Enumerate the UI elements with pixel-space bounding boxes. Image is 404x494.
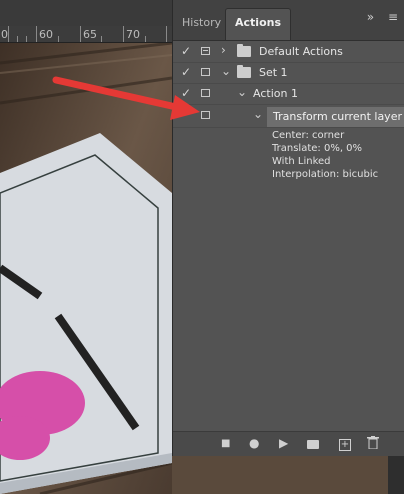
detail-line: With Linked (272, 156, 331, 167)
canvas-photo (0, 43, 172, 494)
action-set-label: Default Actions (259, 45, 343, 58)
actions-panel: History Actions » ≡ ✓ › Default Actions … (172, 0, 404, 456)
ruler-tick (26, 36, 27, 42)
ruler-tick (8, 26, 9, 42)
ruler-tick (80, 26, 81, 42)
detail-line: Center: corner (272, 130, 345, 141)
ruler-tick (58, 36, 59, 42)
action-set-default[interactable]: ✓ › Default Actions (173, 42, 404, 63)
action-step-details: Center: corner Translate: 0%, 0% With Li… (173, 128, 404, 184)
action-step-transform[interactable]: ⌄ Transform current layer (173, 105, 404, 128)
actions-toolbar: ■ ● ▶ + (173, 431, 404, 456)
ruler-tick (145, 36, 146, 42)
actions-list: ✓ › Default Actions ✓ ⌄ Set 1 ✓ ⌄ Action… (173, 42, 404, 184)
new-set-folder-icon[interactable] (307, 438, 319, 452)
toggle-item-checkmark[interactable]: ✓ (179, 86, 193, 100)
document-tab-bar (0, 0, 172, 27)
tab-history[interactable]: History (173, 9, 230, 37)
action-action1[interactable]: ✓ ⌄ Action 1 (173, 84, 404, 105)
chevron-down-icon[interactable]: ⌄ (221, 64, 231, 78)
ruler-tick (17, 36, 18, 42)
stop-icon[interactable]: ■ (221, 438, 230, 449)
toggle-dialog-box[interactable] (201, 47, 210, 55)
horizontal-ruler: 0 60 65 70 (0, 26, 172, 43)
action-step-label: Transform current layer (267, 107, 404, 127)
play-icon[interactable]: ▶ (279, 436, 288, 450)
panel-menu-icon[interactable]: ≡ (388, 10, 398, 24)
toggle-dialog-box[interactable] (201, 89, 210, 97)
ruler-label: 65 (83, 28, 97, 41)
record-icon[interactable]: ● (249, 436, 259, 450)
chevron-down-icon[interactable]: ⌄ (237, 85, 247, 99)
document-canvas[interactable] (0, 43, 172, 494)
ruler-label: 60 (39, 28, 53, 41)
expand-icon[interactable]: » (367, 10, 374, 24)
toggle-item-checkmark[interactable]: ✓ (179, 44, 193, 58)
panel-tools: » ≡ (357, 10, 398, 24)
ruler-label: 70 (126, 28, 140, 41)
folder-icon (237, 65, 251, 78)
action-label: Action 1 (253, 87, 298, 100)
chevron-right-icon[interactable]: › (221, 43, 226, 57)
ruler-tick (123, 26, 124, 42)
panel-tab-bar: History Actions » ≡ (173, 0, 404, 41)
folder-icon (237, 44, 251, 57)
action-set-set1[interactable]: ✓ ⌄ Set 1 (173, 63, 404, 84)
trash-icon[interactable] (367, 436, 379, 452)
action-set-label: Set 1 (259, 66, 288, 79)
detail-line: Interpolation: bicubic (272, 169, 379, 180)
toggle-item-checkmark[interactable]: ✓ (179, 65, 193, 79)
chevron-down-icon[interactable]: ⌄ (253, 107, 263, 121)
canvas-photo-strip (172, 456, 404, 494)
scrollbar-strip (388, 456, 404, 494)
toggle-dialog-box[interactable] (201, 68, 210, 76)
new-action-icon[interactable]: + (339, 436, 351, 451)
ruler-tick (166, 26, 167, 42)
ruler-tick (36, 26, 37, 42)
toggle-dialog-box[interactable] (201, 111, 210, 119)
ruler-label: 0 (1, 28, 8, 41)
ruler-tick (101, 36, 102, 42)
detail-line: Translate: 0%, 0% (272, 143, 363, 154)
tab-actions[interactable]: Actions (225, 8, 291, 40)
